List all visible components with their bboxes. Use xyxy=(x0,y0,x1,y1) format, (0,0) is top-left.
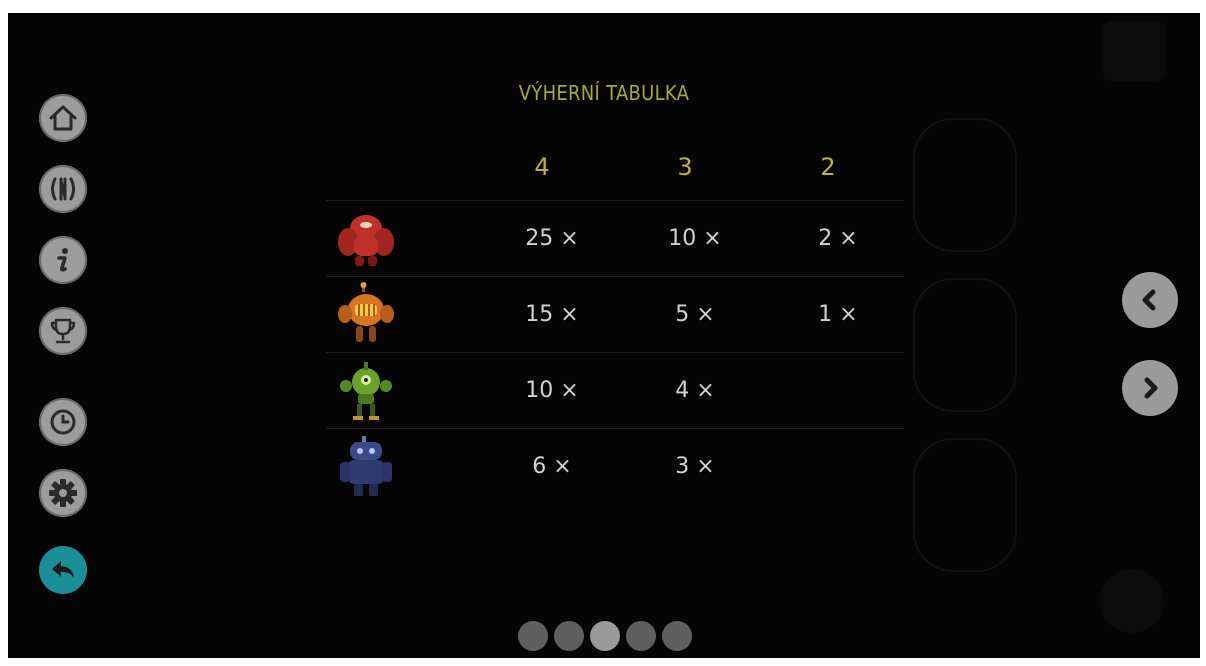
page-dot[interactable] xyxy=(518,621,548,651)
paylines-button[interactable] xyxy=(39,165,87,213)
payout-value: 10 × xyxy=(525,378,579,403)
page-dot[interactable] xyxy=(662,621,692,651)
payout-value: 15 × xyxy=(525,302,579,327)
trophy-button[interactable] xyxy=(39,307,87,355)
background-reel-symbol xyxy=(913,278,1017,412)
settings-button[interactable] xyxy=(39,469,87,517)
paytable-row: 25 × 10 × 2 × xyxy=(326,200,904,276)
previous-page-button[interactable] xyxy=(1122,272,1178,328)
column-header-2: 2 xyxy=(820,153,836,181)
page-indicator xyxy=(518,621,692,651)
chevron-left-icon xyxy=(1142,289,1156,311)
green-robot-icon xyxy=(340,362,392,420)
payout-value: 6 × xyxy=(532,454,572,479)
row-divider xyxy=(326,200,904,201)
info-button[interactable] xyxy=(39,236,87,284)
paylines-icon xyxy=(51,177,75,201)
back-button[interactable] xyxy=(39,546,87,594)
payout-value: 5 × xyxy=(675,302,715,327)
paytable-row: 6 × 3 × xyxy=(326,428,904,504)
settings-icon xyxy=(49,479,77,507)
row-divider xyxy=(326,428,904,429)
payout-value: 3 × xyxy=(675,454,715,479)
next-page-button[interactable] xyxy=(1122,360,1178,416)
paytable-row: 10 × 4 × xyxy=(326,352,904,428)
home-icon xyxy=(49,105,77,131)
orange-robot-icon xyxy=(338,282,394,342)
payout-value: 1 × xyxy=(818,302,858,327)
background-reel-symbol xyxy=(913,438,1017,572)
background-menu-ghost xyxy=(1103,21,1165,81)
back-arrow-icon xyxy=(52,561,74,578)
trophy-icon xyxy=(50,318,76,344)
column-header-3: 3 xyxy=(677,153,693,181)
red-robot-icon xyxy=(338,215,394,266)
paytable-title: VÝHERNÍ TABULKA xyxy=(518,81,690,105)
payout-value: 4 × xyxy=(675,378,715,403)
payout-value: 2 × xyxy=(818,226,858,251)
history-icon xyxy=(50,409,76,435)
background-reel-symbol xyxy=(913,118,1017,252)
home-button[interactable] xyxy=(39,94,87,142)
page-dot[interactable] xyxy=(626,621,656,651)
payout-value: 25 × xyxy=(525,226,579,251)
payout-value: 10 × xyxy=(668,226,722,251)
column-header-4: 4 xyxy=(534,153,550,181)
chevron-right-icon xyxy=(1144,377,1158,399)
game-help-screen: VÝHERNÍ TABULKA 4 3 2 25 × 10 × 2 × 15 ×… xyxy=(8,13,1200,658)
history-button[interactable] xyxy=(39,398,87,446)
blue-robot-icon xyxy=(340,436,392,496)
background-spin-ghost xyxy=(1100,569,1164,633)
page-dot-active[interactable] xyxy=(590,621,620,651)
info-icon xyxy=(57,248,68,272)
row-divider xyxy=(326,352,904,353)
paytable-row: 15 × 5 × 1 × xyxy=(326,276,904,352)
row-divider xyxy=(326,276,904,277)
page-dot[interactable] xyxy=(554,621,584,651)
